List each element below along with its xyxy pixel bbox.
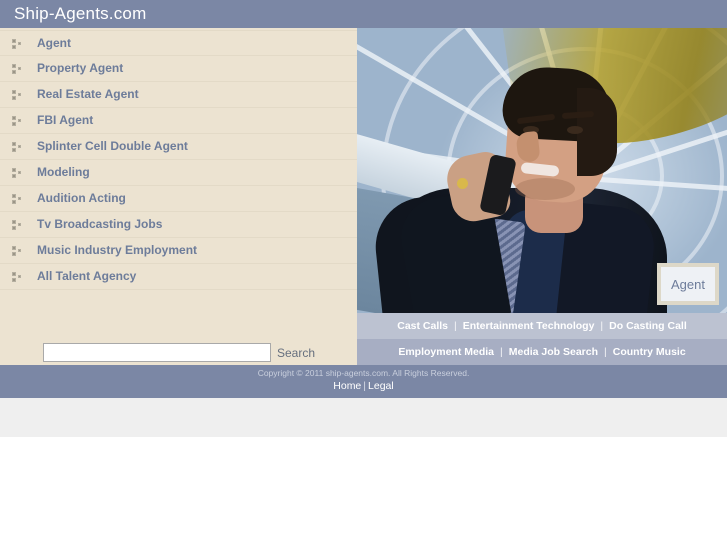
- sidebar-item-tv-broadcasting-jobs[interactable]: Tv Broadcasting Jobs: [0, 212, 357, 238]
- site-title: Ship-Agents.com: [14, 4, 147, 23]
- sidebar-item-label: Real Estate Agent: [37, 87, 139, 101]
- copyright-text: Copyright © 2011 ship-agents.com. All Ri…: [257, 368, 470, 378]
- search-button[interactable]: Search: [277, 346, 315, 360]
- bullet-squares-icon: [12, 116, 22, 126]
- sidebar-link-list: Agent Property Agent Real Estate Agent F…: [0, 30, 357, 290]
- nav-link-cast-calls[interactable]: Cast Calls: [397, 320, 448, 332]
- sidebar: Agent Property Agent Real Estate Agent F…: [0, 28, 357, 365]
- nav-separator: |: [454, 320, 457, 332]
- bullet-squares-icon: [12, 142, 22, 152]
- bullet-squares-icon: [12, 64, 22, 74]
- sidebar-item-real-estate-agent[interactable]: Real Estate Agent: [0, 82, 357, 108]
- sidebar-item-music-industry-employment[interactable]: Music Industry Employment: [0, 238, 357, 264]
- nav-separator: |: [600, 320, 604, 332]
- site-header: Ship-Agents.com: [0, 0, 727, 28]
- search-input[interactable]: [43, 343, 271, 362]
- person-hair-side: [577, 88, 617, 176]
- person-eye-right: [567, 126, 583, 134]
- bullet-squares-icon: [12, 39, 22, 49]
- bottom-nav-row-1: Cast Calls | Entertainment Technology | …: [357, 313, 727, 339]
- sidebar-item-modeling[interactable]: Modeling: [0, 160, 357, 186]
- nav-link-media-job-search[interactable]: Media Job Search: [509, 346, 598, 358]
- nav-link-entertainment-technology[interactable]: Entertainment Technology: [463, 320, 595, 332]
- footer-links: Home | Legal: [0, 380, 727, 392]
- nav-link-employment-media[interactable]: Employment Media: [398, 346, 494, 358]
- sidebar-item-label: All Talent Agency: [37, 269, 137, 283]
- nav-link-country-music[interactable]: Country Music: [613, 346, 686, 358]
- sidebar-item-label: Agent: [37, 36, 71, 50]
- sidebar-item-all-talent-agency[interactable]: All Talent Agency: [0, 264, 357, 290]
- page-root: Ship-Agents.com Agent Property Agent Rea…: [0, 0, 727, 545]
- search-area: Search: [0, 325, 357, 365]
- person-chin-shadow: [515, 178, 575, 200]
- hero-photo: Agent: [357, 28, 727, 313]
- sidebar-item-audition-acting[interactable]: Audition Acting: [0, 186, 357, 212]
- nav-link-do-casting-call[interactable]: Do Casting Call: [609, 320, 687, 332]
- page-whitespace: [0, 437, 727, 545]
- sidebar-item-label: Property Agent: [37, 61, 124, 75]
- agent-badge: Agent: [657, 263, 719, 305]
- sidebar-item-label: FBI Agent: [37, 113, 94, 127]
- bullet-squares-icon: [12, 194, 22, 204]
- footer-link-home[interactable]: Home: [333, 380, 361, 392]
- sidebar-item-label: Music Industry Employment: [37, 243, 198, 257]
- bullet-squares-icon: [12, 246, 22, 256]
- sidebar-item-agent[interactable]: Agent: [0, 30, 357, 56]
- bullet-squares-icon: [12, 220, 22, 230]
- sidebar-item-fbi-agent[interactable]: FBI Agent: [0, 108, 357, 134]
- content-panel: [0, 398, 727, 437]
- bullet-squares-icon: [12, 168, 22, 178]
- sidebar-item-label: Tv Broadcasting Jobs: [37, 217, 163, 231]
- bullet-squares-icon: [12, 272, 22, 282]
- footer-separator: |: [363, 380, 367, 392]
- bullet-squares-icon: [12, 90, 22, 100]
- sidebar-item-label: Audition Acting: [37, 191, 126, 205]
- footer-link-legal[interactable]: Legal: [368, 380, 394, 392]
- sidebar-item-splinter-cell-double-agent[interactable]: Splinter Cell Double Agent: [0, 134, 357, 160]
- site-footer: Copyright © 2011 ship-agents.com. All Ri…: [0, 365, 727, 398]
- sidebar-item-label: Modeling: [37, 165, 90, 179]
- person-ring: [457, 178, 468, 189]
- nav-separator: |: [604, 346, 607, 358]
- sidebar-item-property-agent[interactable]: Property Agent: [0, 56, 357, 82]
- sidebar-item-label: Splinter Cell Double Agent: [37, 139, 188, 153]
- nav-separator: |: [500, 346, 503, 358]
- bottom-nav-row-2: Employment Media | Media Job Search | Co…: [357, 339, 727, 365]
